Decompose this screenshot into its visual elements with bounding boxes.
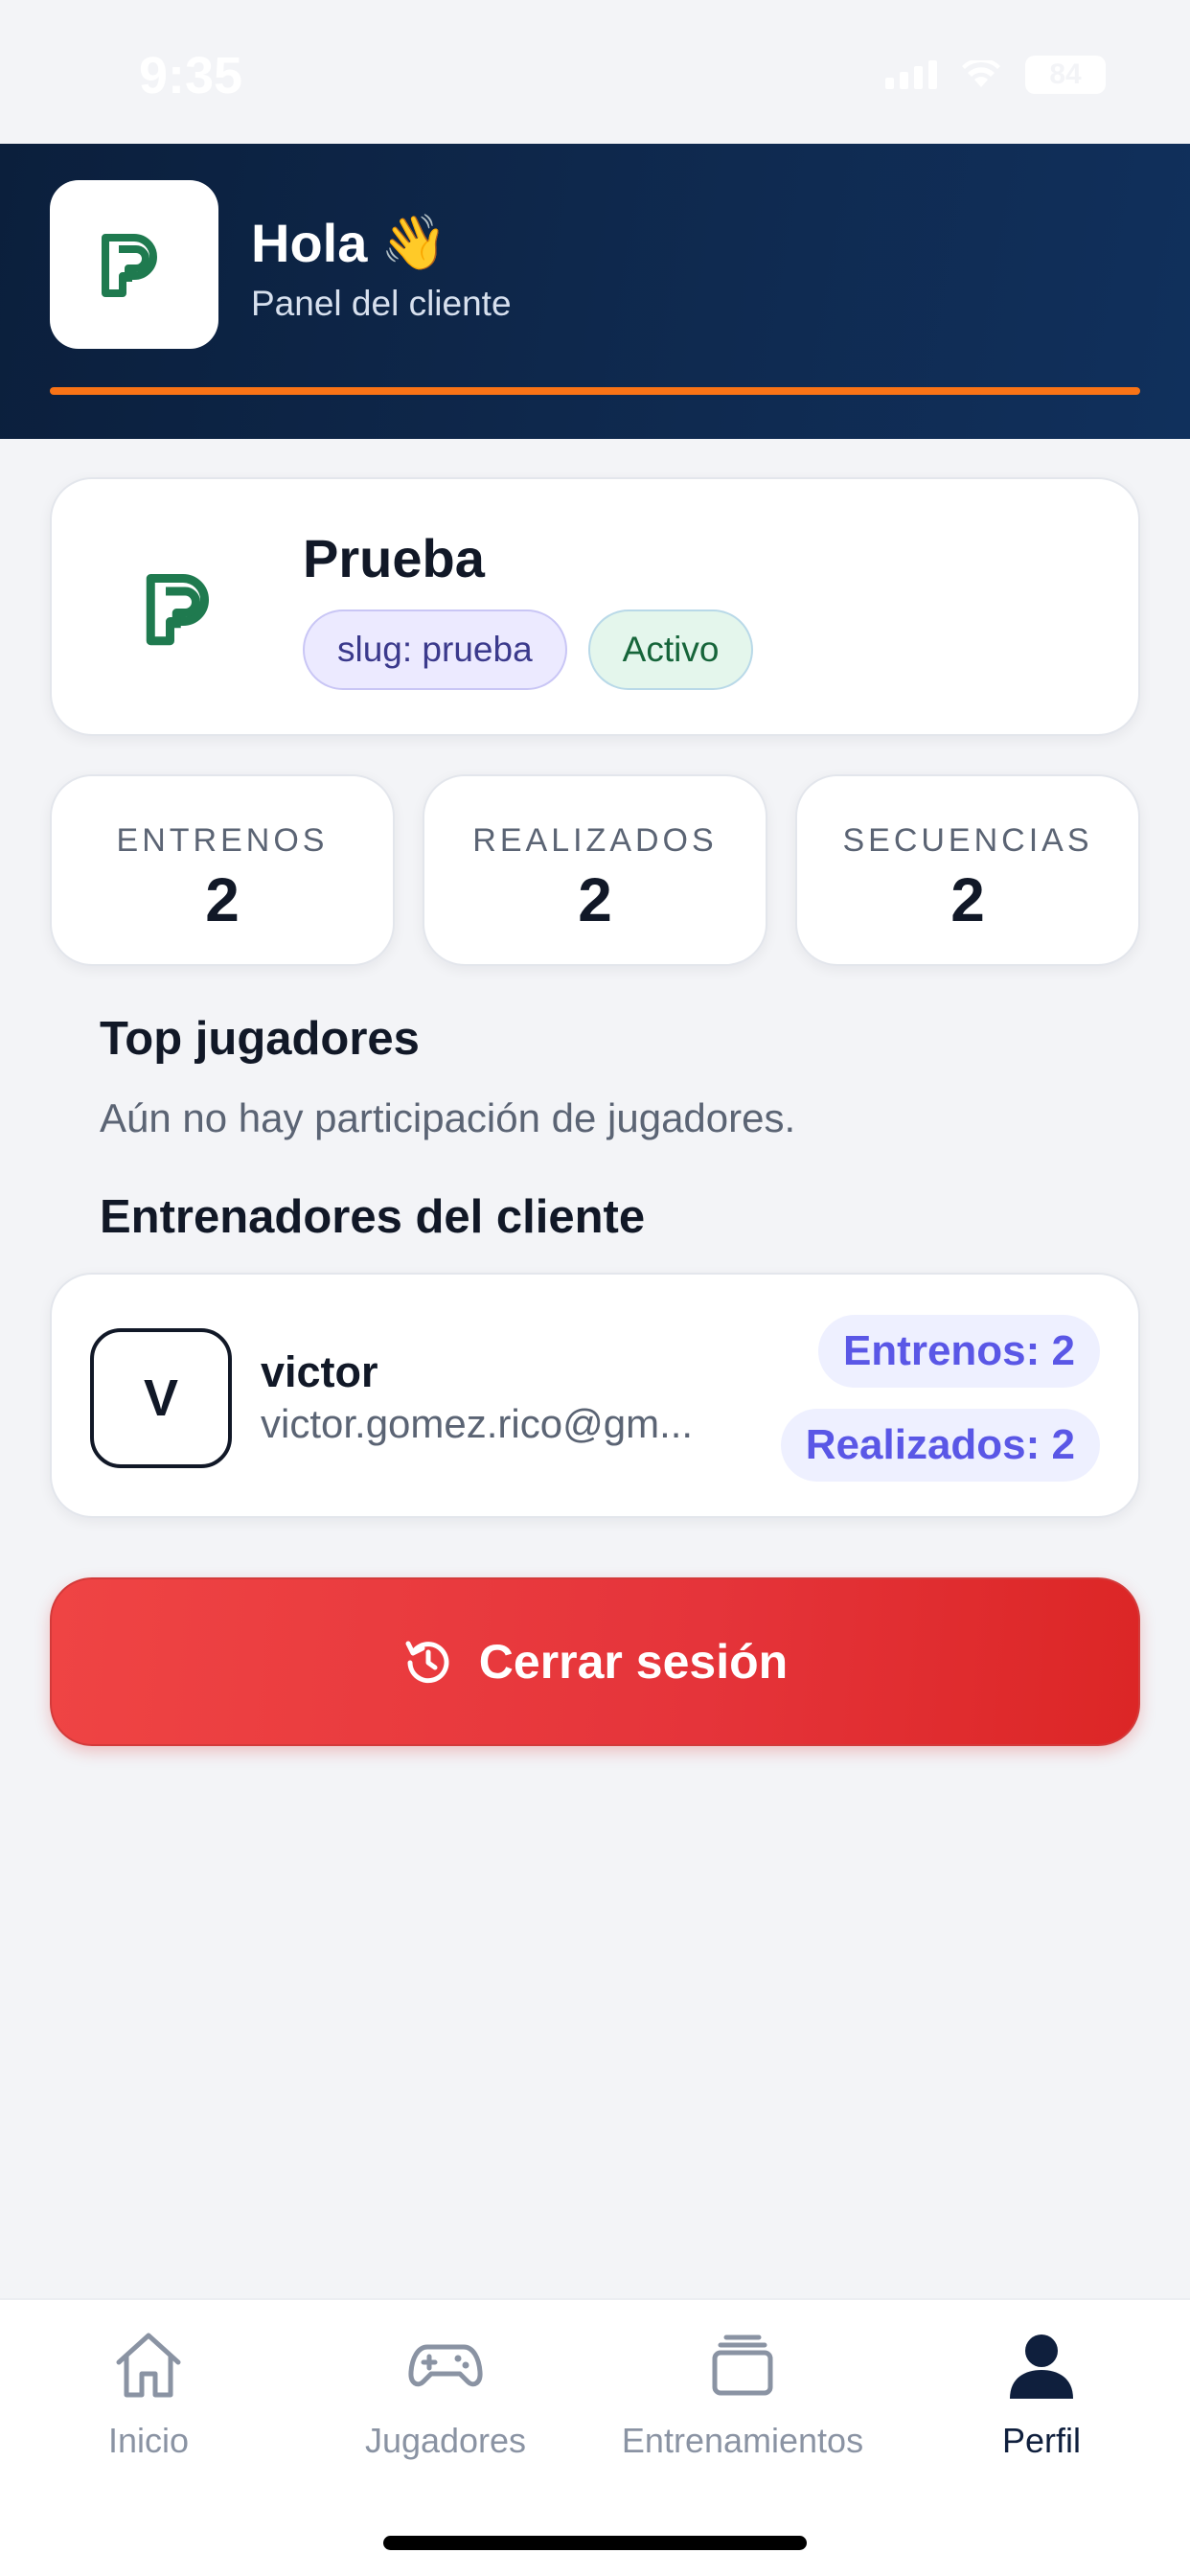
stat-label: REALIZADOS [472, 822, 718, 859]
stat-value: 2 [205, 865, 240, 934]
header: Hola 👋 Panel del cliente [0, 144, 1190, 439]
coach-name: victor [261, 1347, 378, 1396]
client-logo-icon [146, 574, 209, 646]
client-card: Prueba slug: prueba Activo [50, 477, 1140, 736]
header-subtitle: Panel del cliente [251, 284, 512, 323]
nav-item-inicio[interactable]: Inicio [0, 2319, 297, 2482]
home-icon [109, 2319, 188, 2411]
nav-label: Jugadores [364, 2421, 527, 2460]
nav-label: Inicio [107, 2421, 190, 2460]
wave-icon: 👋 [380, 212, 448, 272]
slug-badge: slug: prueba [303, 610, 567, 690]
done-count-badge: Realizados: 2 [780, 1409, 1100, 1482]
client-name: Prueba [303, 528, 485, 588]
stat-label: SECUENCIAS [842, 822, 1093, 859]
stat-label: ENTRENOS [116, 822, 329, 859]
client-badges: slug: prueba Activo [303, 610, 754, 690]
logout-refresh-icon [405, 1641, 449, 1684]
nav-label: Entrenamientos [621, 2421, 864, 2460]
stat-value: 2 [578, 865, 612, 934]
stack-icon [703, 2319, 782, 2411]
user-icon [1002, 2319, 1081, 2411]
nav-label: Perfil [1001, 2421, 1082, 2460]
bottom-nav: Inicio Jugadores Entrenamientos Perfil [0, 2298, 1190, 2576]
stat-card-realizados: REALIZADOS 2 [423, 774, 767, 966]
signal-icon [885, 60, 937, 89]
greeting: Hola 👋 [251, 211, 447, 274]
battery-icon: 84 [1025, 56, 1106, 94]
nav-item-jugadores[interactable]: Jugadores [297, 2319, 594, 2482]
nav-item-entrenamientos[interactable]: Entrenamientos [594, 2319, 891, 2482]
accent-divider [50, 387, 1140, 395]
status-icons: 84 [885, 56, 1106, 94]
stat-card-entrenos: ENTRENOS 2 [50, 774, 395, 966]
top-players-title: Top jugadores [100, 1013, 420, 1065]
app-logo [50, 180, 218, 349]
dp-logo-icon [102, 234, 157, 297]
status-bar: 9:35 84 [0, 0, 1190, 144]
greeting-text: Hola [251, 212, 368, 273]
coach-email: victor.gomez.rico@gm... [261, 1401, 694, 1446]
status-badge: Activo [587, 610, 754, 690]
status-time: 9:35 [139, 47, 243, 104]
top-players-empty-text: Aún no hay participación de jugadores. [100, 1095, 796, 1140]
stat-value: 2 [950, 865, 985, 934]
coach-card[interactable]: V victor victor.gomez.rico@gm... Entreno… [50, 1273, 1140, 1518]
trainings-count-badge: Entrenos: 2 [817, 1315, 1100, 1388]
wifi-icon [962, 60, 1000, 89]
home-indicator [383, 2536, 807, 2550]
stat-card-secuencias: SECUENCIAS 2 [795, 774, 1140, 966]
coaches-title: Entrenadores del cliente [100, 1191, 646, 1243]
logout-button[interactable]: Cerrar sesión [50, 1577, 1140, 1746]
logout-label: Cerrar sesión [478, 1635, 789, 1689]
nav-item-perfil[interactable]: Perfil [893, 2319, 1190, 2482]
avatar: V [90, 1328, 232, 1468]
gamepad-icon [406, 2319, 485, 2411]
